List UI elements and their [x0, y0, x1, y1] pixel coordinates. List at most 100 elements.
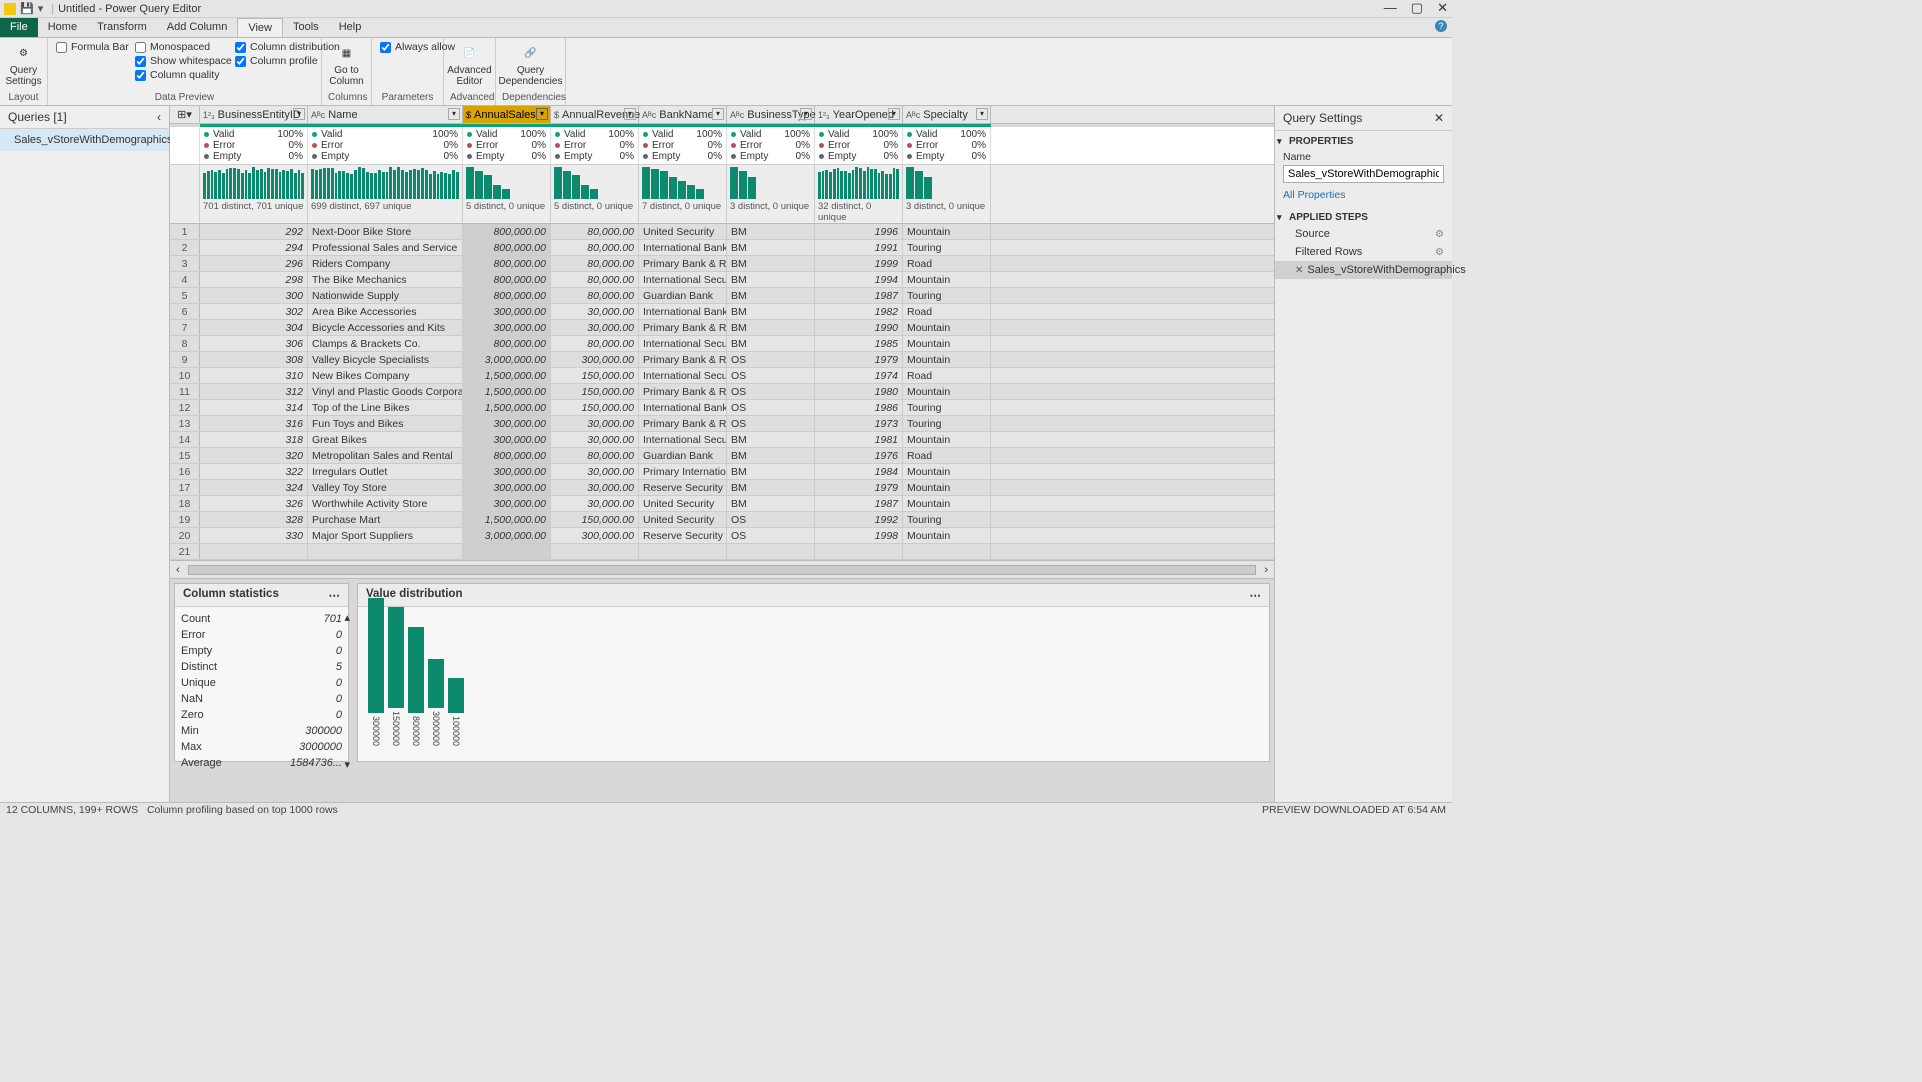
scroll-right-icon[interactable]: › — [1264, 564, 1268, 576]
table-row[interactable]: 6302Area Bike Accessories300,000.0030,00… — [170, 304, 1274, 320]
all-properties-link[interactable]: All Properties — [1283, 189, 1444, 201]
gear-icon[interactable]: ⚙ — [1435, 229, 1444, 240]
table-row[interactable]: 19328Purchase Mart1,500,000.00150,000.00… — [170, 512, 1274, 528]
applied-steps-header[interactable]: APPLIED STEPS — [1275, 207, 1452, 225]
collapse-queries-icon[interactable]: ‹ — [157, 110, 161, 124]
close-settings-icon[interactable]: ✕ — [1434, 111, 1444, 125]
scroll-down-icon[interactable]: ▾ — [344, 758, 350, 771]
filter-dropdown-icon[interactable]: ▾ — [624, 108, 636, 120]
applied-step[interactable]: Source⚙ — [1275, 225, 1452, 243]
panel-menu-icon[interactable]: ⋯ — [329, 588, 341, 602]
table-row[interactable]: 1292Next-Door Bike Store800,000.0080,000… — [170, 224, 1274, 240]
qat-dropdown-icon[interactable]: ▾ — [38, 2, 44, 15]
filter-dropdown-icon[interactable]: ▾ — [293, 108, 305, 120]
help-icon[interactable]: ? — [1435, 20, 1447, 32]
row-number[interactable]: 1 — [170, 224, 200, 239]
horizontal-scrollbar[interactable]: ‹ › — [170, 560, 1274, 578]
query-dependencies-button[interactable]: 🔗 Query Dependencies — [502, 40, 559, 89]
row-number[interactable]: 20 — [170, 528, 200, 543]
maximize-button[interactable]: ▢ — [1411, 0, 1423, 16]
row-number[interactable]: 17 — [170, 480, 200, 495]
row-number[interactable]: 16 — [170, 464, 200, 479]
table-row[interactable]: 11312Vinyl and Plastic Goods Corporation… — [170, 384, 1274, 400]
advanced-editor-button[interactable]: 📄 Advanced Editor — [450, 40, 489, 89]
show-whitespace-checkbox[interactable]: Show whitespace — [133, 54, 231, 68]
column-header-bt[interactable]: AᴮcBusinessType▾ — [727, 106, 815, 123]
table-row[interactable]: 8306Clamps & Brackets Co.800,000.0080,00… — [170, 336, 1274, 352]
table-row[interactable]: 18326Worthwhile Activity Store300,000.00… — [170, 496, 1274, 512]
menu-tools[interactable]: Tools — [283, 18, 329, 37]
filter-dropdown-icon[interactable]: ▾ — [800, 108, 812, 120]
row-number[interactable]: 10 — [170, 368, 200, 383]
table-row[interactable]: 7304Bicycle Accessories and Kits300,000.… — [170, 320, 1274, 336]
menu-file[interactable]: File — [0, 18, 38, 37]
column-header-name[interactable]: AᴮcName▾ — [308, 106, 463, 123]
formula-bar-checkbox[interactable]: Formula Bar — [54, 40, 131, 54]
row-number[interactable]: 2 — [170, 240, 200, 255]
row-number[interactable]: 8 — [170, 336, 200, 351]
row-number[interactable]: 6 — [170, 304, 200, 319]
scroll-left-icon[interactable]: ‹ — [176, 564, 180, 576]
row-number[interactable]: 9 — [170, 352, 200, 367]
column-header-as[interactable]: $AnnualSales▾ — [463, 106, 551, 123]
filter-dropdown-icon[interactable]: ▾ — [888, 108, 900, 120]
column-header-bank[interactable]: AᴮcBankName▾ — [639, 106, 727, 123]
save-icon[interactable]: 💾 — [20, 2, 34, 15]
always-allow-checkbox[interactable]: Always allow — [378, 40, 437, 54]
row-number[interactable]: 3 — [170, 256, 200, 271]
row-number[interactable]: 13 — [170, 416, 200, 431]
row-number[interactable]: 21 — [170, 544, 200, 559]
query-name-input[interactable] — [1283, 165, 1444, 183]
monospaced-checkbox[interactable]: Monospaced — [133, 40, 231, 54]
menu-help[interactable]: Help — [329, 18, 372, 37]
column-profile-checkbox[interactable]: Column profile — [233, 54, 315, 68]
table-row[interactable]: 20330Major Sport Suppliers3,000,000.0030… — [170, 528, 1274, 544]
row-number[interactable]: 4 — [170, 272, 200, 287]
table-row[interactable]: 14318Great Bikes300,000.0030,000.00Inter… — [170, 432, 1274, 448]
menu-transform[interactable]: Transform — [87, 18, 157, 37]
column-header-sp[interactable]: AᴮcSpecialty▾ — [903, 106, 991, 123]
row-number[interactable]: 15 — [170, 448, 200, 463]
minimize-button[interactable]: — — [1384, 0, 1397, 16]
query-settings-button[interactable]: ⚙ Query Settings — [6, 40, 41, 89]
properties-section-header[interactable]: PROPERTIES — [1275, 131, 1452, 149]
table-row[interactable]: 5300Nationwide Supply800,000.0080,000.00… — [170, 288, 1274, 304]
filter-dropdown-icon[interactable]: ▾ — [448, 108, 460, 120]
row-number[interactable]: 11 — [170, 384, 200, 399]
goto-column-button[interactable]: ▦ Go to Column — [328, 40, 365, 89]
table-row[interactable]: 15320Metropolitan Sales and Rental800,00… — [170, 448, 1274, 464]
column-quality-checkbox[interactable]: Column quality — [133, 68, 231, 82]
table-row[interactable]: 16322Irregulars Outlet300,000.0030,000.0… — [170, 464, 1274, 480]
filter-dropdown-icon[interactable]: ▾ — [536, 108, 548, 120]
scroll-up-icon[interactable]: ▴ — [344, 611, 350, 624]
applied-step[interactable]: Filtered Rows⚙ — [1275, 243, 1452, 261]
row-number[interactable]: 12 — [170, 400, 200, 415]
gear-icon[interactable]: ⚙ — [1435, 247, 1444, 258]
table-row[interactable]: 12314Top of the Line Bikes1,500,000.0015… — [170, 400, 1274, 416]
table-row[interactable]: 10310New Bikes Company1,500,000.00150,00… — [170, 368, 1274, 384]
status-profiling[interactable]: Column profiling based on top 1000 rows — [147, 804, 338, 816]
row-number[interactable]: 5 — [170, 288, 200, 303]
column-header-be[interactable]: 1²₃BusinessEntityID▾ — [200, 106, 308, 123]
filter-dropdown-icon[interactable]: ▾ — [712, 108, 724, 120]
table-row[interactable]: 4298The Bike Mechanics800,000.0080,000.0… — [170, 272, 1274, 288]
close-button[interactable]: ✕ — [1437, 0, 1448, 16]
delete-step-icon[interactable]: ✕ — [1295, 265, 1303, 276]
column-header-year[interactable]: 1²₃YearOpened▾ — [815, 106, 903, 123]
row-number[interactable]: 7 — [170, 320, 200, 335]
menu-home[interactable]: Home — [38, 18, 87, 37]
row-number[interactable]: 14 — [170, 432, 200, 447]
panel-menu-icon[interactable]: ⋯ — [1250, 588, 1262, 602]
table-row[interactable]: 17324Valley Toy Store300,000.0030,000.00… — [170, 480, 1274, 496]
query-item[interactable]: Sales_vStoreWithDemographics — [0, 129, 169, 151]
table-row[interactable]: 2294Professional Sales and Service800,00… — [170, 240, 1274, 256]
table-icon-header[interactable]: ⊞▾ — [170, 106, 200, 123]
table-row[interactable]: 3296Riders Company800,000.0080,000.00Pri… — [170, 256, 1274, 272]
row-number[interactable]: 18 — [170, 496, 200, 511]
table-row[interactable]: 9308Valley Bicycle Specialists3,000,000.… — [170, 352, 1274, 368]
applied-step[interactable]: ✕Sales_vStoreWithDemographics — [1275, 261, 1452, 279]
menu-view[interactable]: View — [237, 18, 283, 37]
row-number[interactable]: 19 — [170, 512, 200, 527]
table-row[interactable]: 13316Fun Toys and Bikes300,000.0030,000.… — [170, 416, 1274, 432]
column-distribution-checkbox[interactable]: Column distribution — [233, 40, 315, 54]
